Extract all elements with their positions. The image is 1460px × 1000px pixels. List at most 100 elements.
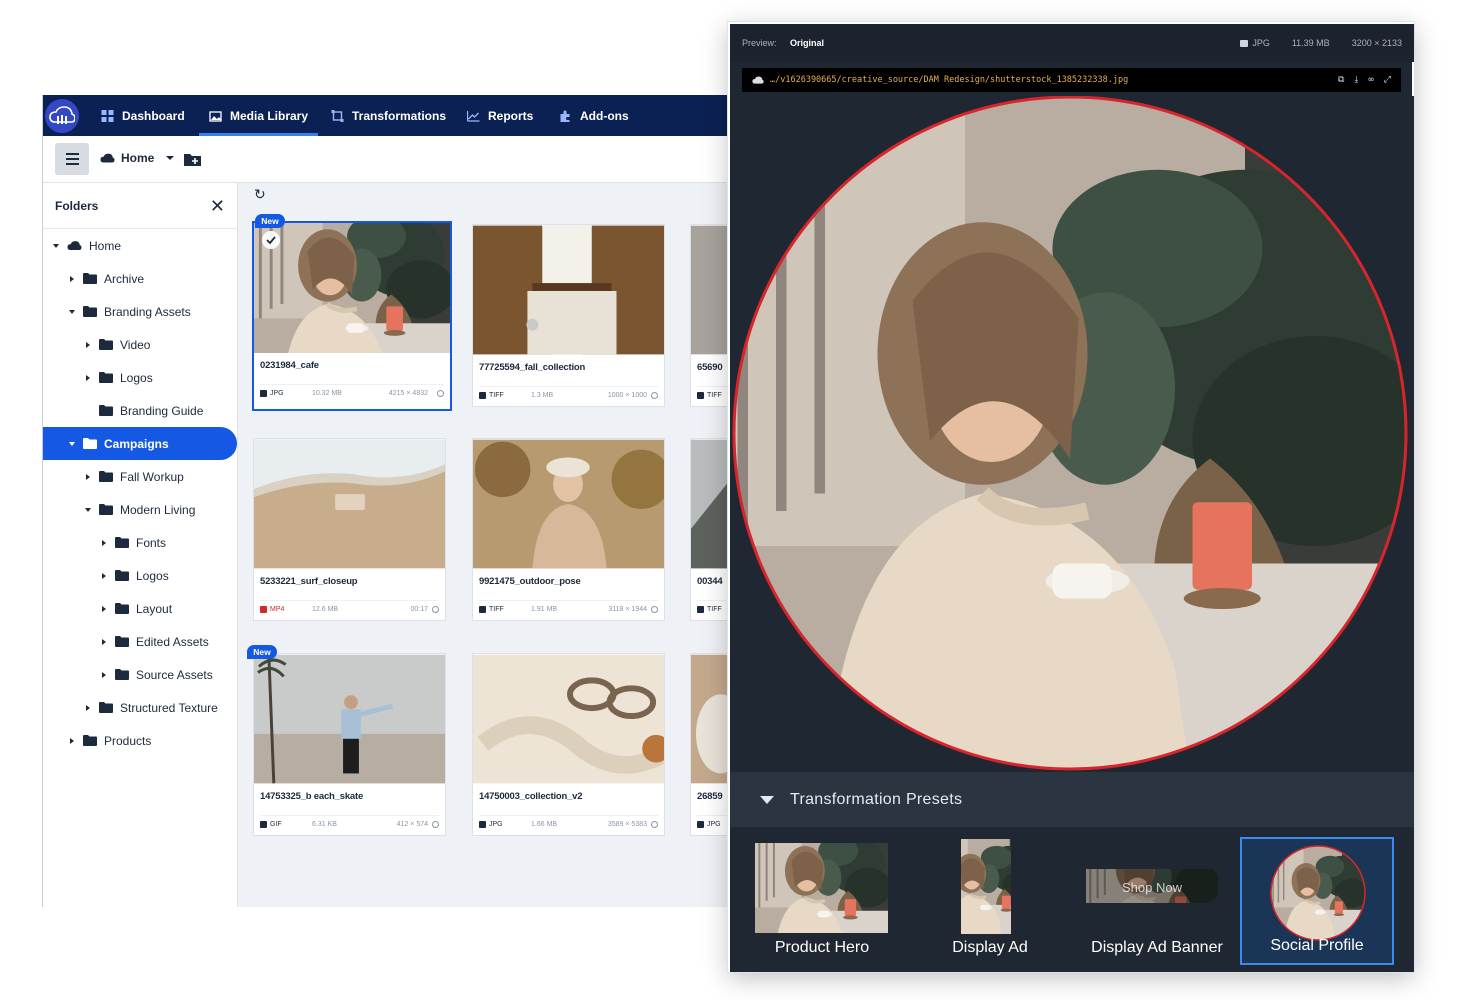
chevron-down-icon[interactable] (67, 441, 77, 446)
chevron-right-icon[interactable] (99, 605, 109, 612)
sidebar-item-logos[interactable]: Logos (43, 559, 237, 592)
chevron-down-icon[interactable] (83, 507, 93, 512)
breadcrumb-home[interactable]: Home (100, 151, 175, 165)
globe-icon (432, 821, 439, 828)
asset-card[interactable]: 77725594_fall_collection TIFF 1.3 MB 1000 ×… (472, 224, 665, 407)
sidebar-item-layout[interactable]: Layout (43, 592, 237, 625)
asset-name: 00344 (697, 576, 723, 587)
nav-dashboard[interactable]: Dashboard (101, 95, 185, 136)
sidebar-item-label: Branding Guide (120, 403, 204, 418)
asset-name: 14753325_b each_skate (260, 791, 364, 802)
sidebar-item-label: Fonts (136, 535, 167, 550)
asset-card[interactable]: 0231984_cafe JPG 10.32 MB 4215 × 4832 (252, 221, 452, 411)
sidebar-item-campaigns[interactable]: Campaigns (43, 427, 237, 460)
chevron-right-icon[interactable] (99, 638, 109, 645)
sidebar-item-fall-workup[interactable]: Fall Workup (43, 460, 237, 493)
video-file-icon (260, 606, 267, 613)
download-icon[interactable]: ⤓ (1354, 75, 1358, 85)
sidebar-item-logos[interactable]: Logos (43, 361, 237, 394)
cloudinary-logo-icon[interactable] (45, 99, 79, 133)
sidebar-item-source-assets[interactable]: Source Assets (43, 658, 237, 691)
new-folder-icon[interactable] (184, 152, 201, 166)
preset-display-ad[interactable]: Display Ad (940, 837, 1040, 965)
asset-url[interactable]: …/v1626390665/creative_source/DAM Redesi… (770, 75, 1128, 85)
open-external-icon[interactable]: ⧉ (1338, 75, 1344, 85)
transformation-presets-toggle[interactable]: Transformation Presets (730, 772, 1414, 827)
chevron-down-icon[interactable] (67, 309, 77, 314)
checkmark-icon[interactable] (262, 231, 280, 249)
sidebar-item-home[interactable]: Home (43, 229, 237, 262)
nav-media-library[interactable]: Media Library (198, 95, 319, 136)
asset-card[interactable]: 14750003_collection_v2 JPG 1.66 MB 3589 × 5… (472, 653, 665, 836)
sidebar-item-archive[interactable]: Archive (43, 262, 237, 295)
asset-card[interactable]: 5233221_surf_closeup MP4 12.6 MB 00:17 (253, 438, 446, 621)
chevron-right-icon[interactable] (67, 737, 77, 744)
nav-transformations[interactable]: Transformations (331, 95, 446, 136)
refresh-icon[interactable]: ↻ (254, 186, 266, 203)
folder-icon (83, 438, 97, 449)
asset-thumbnail[interactable] (254, 223, 450, 353)
sidebar-item-modern-living[interactable]: Modern Living (43, 493, 237, 526)
sidebar-item-label: Modern Living (120, 502, 196, 517)
nav-addons[interactable]: Add-ons (559, 95, 629, 136)
asset-dimensions: 3589 × 5383 (607, 821, 647, 828)
sidebar-item-structured-texture[interactable]: Structured Texture (43, 691, 237, 724)
preview-panel: Preview: Original JPG 11.39 MB 3200 × 21… (727, 21, 1415, 973)
chevron-down-icon[interactable] (51, 243, 61, 248)
preset-thumbnail (1270, 845, 1366, 941)
preset-social-profile[interactable]: Social Profile (1240, 837, 1394, 965)
preset-display-ad-banner[interactable]: Shop Now Display Ad Banner (1082, 837, 1232, 965)
asset-grid: ↻ 0231984_cafe JPG 10.32 MB 4215 × 4832 New 7… (238, 183, 742, 907)
chevron-right-icon[interactable] (83, 473, 93, 480)
media-library-icon (209, 110, 222, 122)
asset-type: TIFF (489, 392, 504, 399)
preset-label: Product Hero (774, 939, 870, 956)
link-icon[interactable]: ∞ (1368, 75, 1373, 85)
chevron-right-icon[interactable] (83, 341, 93, 348)
asset-card[interactable]: 14753325_b each_skate GIF 6.31 KB 412 × 574 (253, 653, 446, 836)
image-file-icon (697, 821, 704, 828)
sidebar-item-label: Campaigns (104, 436, 169, 451)
nav-addons-label: Add-ons (580, 108, 629, 123)
asset-thumbnail[interactable] (254, 654, 445, 784)
presets-list: Product Hero Display Ad Shop Now Display… (730, 827, 1414, 972)
close-icon[interactable]: ✕ (210, 197, 225, 215)
sidebar-item-video[interactable]: Video (43, 328, 237, 361)
sidebar-item-products[interactable]: Products (43, 724, 237, 757)
nav-dashboard-label: Dashboard (122, 108, 185, 123)
asset-thumbnail[interactable] (473, 439, 664, 569)
menu-toggle-button[interactable] (55, 143, 89, 175)
sidebar-item-fonts[interactable]: Fonts (43, 526, 237, 559)
asset-card[interactable]: 9921475_outdoor_pose TIFF 1.91 MB 3118 × 19… (472, 438, 665, 621)
chevron-right-icon[interactable] (83, 704, 93, 711)
expand-icon[interactable]: ⤢ (1384, 75, 1391, 85)
preview-dimensions: 3200 × 2133 (1351, 38, 1402, 48)
asset-thumbnail[interactable] (473, 654, 664, 784)
transformations-icon (331, 109, 344, 122)
asset-name: 14750003_collection_v2 (479, 791, 583, 802)
nav-reports[interactable]: Reports (467, 95, 533, 136)
preview-header: Preview: Original JPG 11.39 MB 3200 × 21… (730, 24, 1414, 62)
sidebar-item-branding-assets[interactable]: Branding Assets (43, 295, 237, 328)
chevron-right-icon[interactable] (67, 275, 77, 282)
sidebar-item-label: Home (89, 238, 122, 253)
sidebar-item-label: Layout (136, 601, 173, 616)
preset-product-hero[interactable]: Product Hero (752, 837, 892, 965)
asset-thumbnail[interactable] (254, 439, 445, 569)
sidebar-item-edited-assets[interactable]: Edited Assets (43, 625, 237, 658)
chevron-right-icon[interactable] (99, 572, 109, 579)
preset-thumbnail (961, 839, 1011, 934)
chevron-down-icon[interactable] (166, 156, 175, 160)
asset-type: TIFF (707, 606, 722, 613)
folder-icon (99, 405, 113, 416)
sidebar-item-branding-guide[interactable]: Branding Guide (43, 394, 237, 427)
reports-icon (467, 110, 480, 122)
chevron-right-icon[interactable] (99, 671, 109, 678)
asset-thumbnail[interactable] (473, 225, 664, 355)
preview-mode[interactable]: Original (790, 38, 824, 48)
preview-meta: JPG 11.39 MB 3200 × 2133 (1240, 38, 1402, 48)
nav-reports-label: Reports (488, 108, 534, 123)
asset-url-bar[interactable]: …/v1626390665/creative_source/DAM Redesi… (742, 68, 1401, 92)
chevron-right-icon[interactable] (99, 539, 109, 546)
chevron-right-icon[interactable] (83, 374, 93, 381)
